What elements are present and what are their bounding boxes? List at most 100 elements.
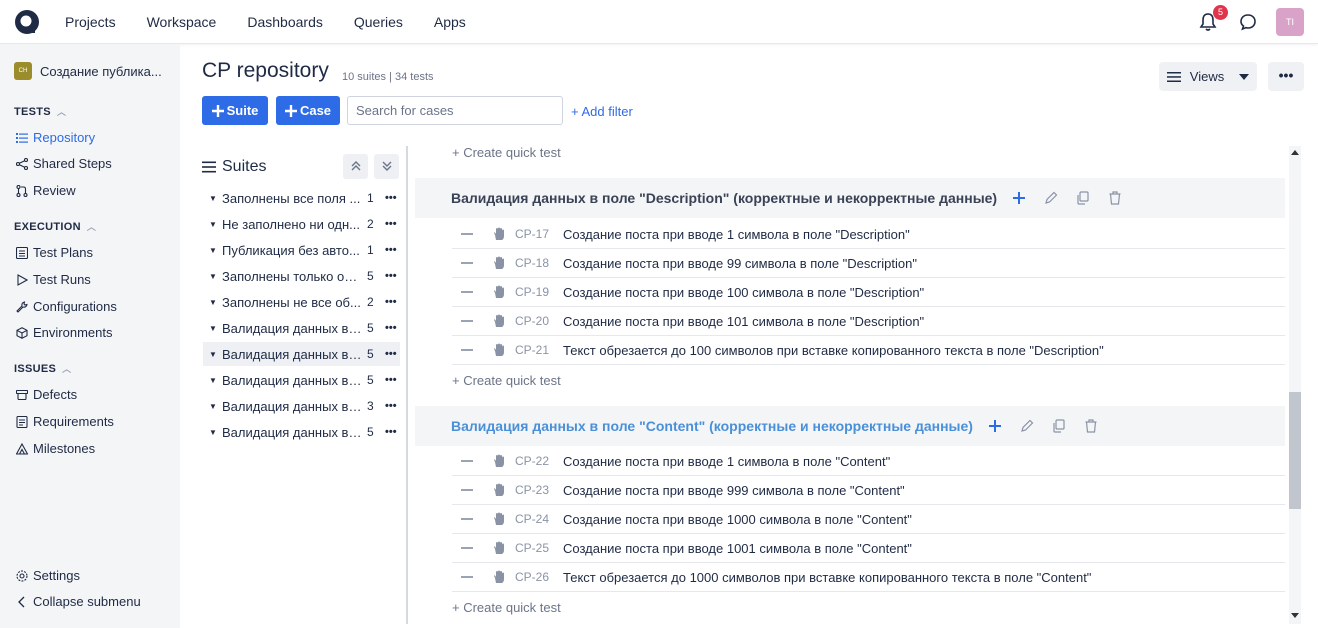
caret-down-icon[interactable]: ▼: [203, 402, 217, 411]
more-icon[interactable]: •••: [385, 270, 397, 282]
more-icon[interactable]: •••: [385, 296, 397, 308]
suite-tree-item[interactable]: ▼ Не заполнено ни одн... 2 •••: [203, 212, 400, 236]
project-name: Создание публика...: [40, 63, 162, 79]
test-case-row[interactable]: CP-17 Создание поста при вводе 1 символа …: [452, 220, 1285, 249]
test-case-row[interactable]: CP-26 Текст обрезается до 1000 символов п…: [452, 563, 1285, 592]
scrollbar-track[interactable]: [1289, 146, 1301, 624]
plus-icon: [284, 104, 297, 117]
create-quick-test-link[interactable]: + Create quick test: [452, 373, 561, 388]
test-case-row[interactable]: CP-19 Создание поста при вводе 100 символ…: [452, 278, 1285, 307]
trash-icon[interactable]: [1083, 418, 1099, 434]
sidebar-item-repository[interactable]: Repository: [16, 130, 95, 145]
more-icon[interactable]: •••: [385, 244, 397, 256]
scroll-down-arrow[interactable]: [1291, 613, 1299, 618]
copy-icon[interactable]: [1051, 418, 1067, 434]
sidebar-settings[interactable]: Settings: [16, 568, 80, 583]
more-icon[interactable]: •••: [385, 426, 397, 438]
app-logo-icon[interactable]: [14, 9, 40, 35]
create-quick-test-link[interactable]: + Create quick test: [452, 600, 561, 615]
add-case-button[interactable]: Case: [276, 96, 340, 125]
collapse-submenu-button[interactable]: Collapse submenu: [16, 594, 141, 609]
expand-all-button[interactable]: [374, 154, 399, 179]
add-filter-link[interactable]: + Add filter: [571, 104, 633, 119]
suite-tree-item[interactable]: ▼ Заполнены не все об... 2 •••: [203, 290, 400, 314]
caret-down-icon[interactable]: ▼: [203, 428, 217, 437]
more-icon[interactable]: •••: [385, 322, 397, 334]
test-case-row[interactable]: CP-24 Создание поста при вводе 1000 симво…: [452, 505, 1285, 534]
more-options-button[interactable]: •••: [1268, 62, 1304, 91]
test-case-row[interactable]: CP-23 Создание поста при вводе 999 символ…: [452, 476, 1285, 505]
scrollbar-thumb[interactable]: [1289, 392, 1301, 509]
section-execution[interactable]: EXECUTION ︿: [14, 220, 96, 233]
more-icon[interactable]: •••: [385, 218, 397, 230]
test-case-row[interactable]: CP-20 Создание поста при вводе 101 символ…: [452, 307, 1285, 336]
caret-down-icon[interactable]: ▼: [203, 298, 217, 307]
caret-down-icon[interactable]: ▼: [203, 324, 217, 333]
sidebar-item-milestones[interactable]: Milestones: [16, 441, 95, 456]
plus-icon[interactable]: [987, 418, 1003, 434]
sidebar-item-environments[interactable]: Environments: [16, 325, 112, 340]
test-case-row[interactable]: CP-18 Создание поста при вводе 99 символа…: [452, 249, 1285, 278]
add-suite-button[interactable]: Suite: [202, 96, 268, 125]
sidebar-item-test-plans[interactable]: Test Plans: [16, 245, 93, 260]
more-icon[interactable]: •••: [385, 374, 397, 386]
sidebar-label: Test Plans: [33, 245, 93, 260]
caret-down-icon[interactable]: ▼: [203, 350, 217, 359]
caret-down-icon[interactable]: ▼: [203, 220, 217, 229]
sidebar-item-review[interactable]: Review: [16, 183, 76, 198]
sidebar-item-shared-steps[interactable]: Shared Steps: [16, 156, 112, 171]
nav-queries[interactable]: Queries: [354, 14, 403, 30]
suite-tree-item[interactable]: ▼ Валидация данных в ... 3 •••: [203, 394, 400, 418]
sidebar-label: Repository: [33, 130, 96, 145]
suite-tree-item[interactable]: ▼ Публикация без авто... 1 •••: [203, 238, 400, 262]
project-selector[interactable]: CH Создание публика...: [14, 62, 162, 80]
suite-tree-item[interactable]: ▼ Валидация данных в ... 5 •••: [203, 368, 400, 392]
suite-group-title[interactable]: Валидация данных в поле "Description" (к…: [451, 190, 997, 206]
views-button[interactable]: Views: [1159, 62, 1257, 91]
more-icon[interactable]: •••: [385, 192, 397, 204]
caret-down-icon[interactable]: ▼: [203, 376, 217, 385]
triangle-icon: [16, 442, 28, 455]
panel-divider[interactable]: [406, 146, 408, 624]
caret-down-icon[interactable]: ▼: [203, 194, 217, 203]
sidebar-item-test-runs[interactable]: Test Runs: [16, 272, 91, 287]
priority-icon: [461, 349, 473, 351]
test-case-row[interactable]: CP-25 Создание поста при вводе 1001 симво…: [452, 534, 1285, 563]
trash-icon[interactable]: [1107, 190, 1123, 206]
nav-projects[interactable]: Projects: [65, 14, 116, 30]
caret-down-icon[interactable]: ▼: [203, 272, 217, 281]
search-cases-input[interactable]: [347, 96, 563, 125]
suite-count: 3: [367, 399, 374, 413]
chat-icon[interactable]: [1239, 13, 1257, 31]
pencil-icon[interactable]: [1019, 418, 1035, 434]
caret-down-icon[interactable]: ▼: [203, 246, 217, 255]
collapse-all-button[interactable]: [343, 154, 368, 179]
create-quick-test-link[interactable]: + Create quick test: [452, 145, 561, 160]
scroll-up-arrow[interactable]: [1291, 150, 1299, 155]
sidebar-item-configurations[interactable]: Configurations: [16, 299, 117, 314]
nav-dashboards[interactable]: Dashboards: [247, 14, 323, 30]
suite-tree-item[interactable]: ▼ Заполнены все поля ... 1 •••: [203, 186, 400, 210]
suite-name: Валидация данных в ...: [222, 398, 362, 414]
test-case-row[interactable]: CP-22 Создание поста при вводе 1 символа …: [452, 447, 1285, 476]
sidebar-item-defects[interactable]: Defects: [16, 387, 77, 402]
caret-down-icon: [1239, 73, 1250, 80]
sidebar-item-requirements[interactable]: Requirements: [16, 414, 114, 429]
more-icon[interactable]: •••: [385, 400, 397, 412]
suite-tree-item[interactable]: ▼ Валидация данных в ... 5 •••: [203, 342, 400, 366]
suite-tree-item[interactable]: ▼ Валидация данных в ... 5 •••: [203, 316, 400, 340]
user-avatar[interactable]: TI: [1276, 8, 1304, 36]
suite-tree-item[interactable]: ▼ Заполнены только об... 5 •••: [203, 264, 400, 288]
pencil-icon[interactable]: [1043, 190, 1059, 206]
more-icon[interactable]: •••: [385, 348, 397, 360]
section-issues[interactable]: ISSUES ︿: [14, 362, 71, 375]
section-tests[interactable]: TESTS ︿: [14, 105, 66, 118]
nav-apps[interactable]: Apps: [434, 14, 466, 30]
test-case-row[interactable]: CP-21 Текст обрезается до 100 символов пр…: [452, 336, 1285, 365]
copy-icon[interactable]: [1075, 190, 1091, 206]
nav-workspace[interactable]: Workspace: [147, 14, 217, 30]
suite-tree-item[interactable]: ▼ Валидация данных в ... 5 •••: [203, 420, 400, 444]
sidebar-label: Defects: [33, 387, 78, 402]
plus-icon[interactable]: [1011, 190, 1027, 206]
suite-group-title[interactable]: Валидация данных в поле "Content" (корре…: [451, 418, 973, 434]
